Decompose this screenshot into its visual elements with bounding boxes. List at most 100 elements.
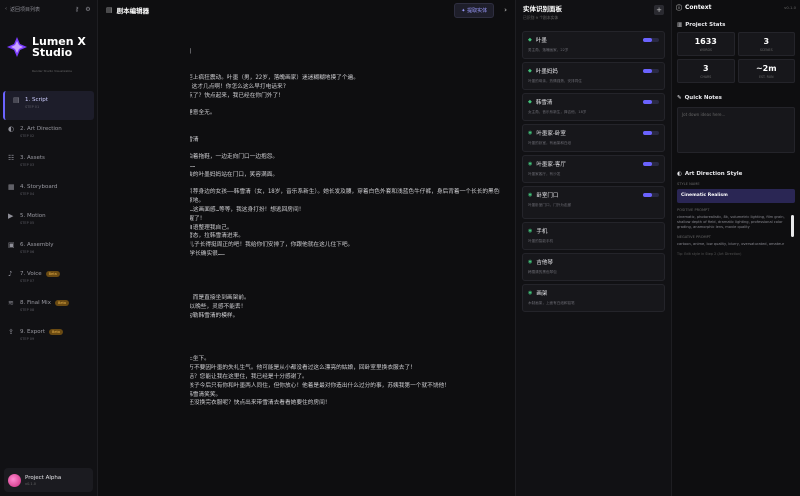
entity-description: 女主角，音乐系新生，弹吉他，18岁 — [528, 110, 587, 114]
step-label: 1. Script — [25, 97, 48, 103]
entity-name-row: ◉ 卧室门口 — [528, 191, 659, 199]
entity-name: 叶墨家-客厅 — [536, 162, 566, 168]
stat-runtime: ~2m EST. RUN — [737, 59, 795, 83]
entity-description: 叶墨卧室门口，门外为走廊 — [528, 203, 572, 207]
entity-toggle[interactable] — [643, 131, 659, 135]
person-icon: ◆ — [528, 99, 532, 105]
step-assets[interactable]: ☷ 3. Assets STEP 03 — [0, 149, 97, 178]
step-art-direction[interactable]: ◐ 2. Art Direction STEP 02 — [0, 120, 97, 149]
entity-name-row: ◉ 叶墨家-卧室 — [528, 129, 659, 137]
entity-card[interactable]: ◉ 画架 木制画架，上面有白纸和铅笔 — [522, 284, 665, 312]
add-entity-button[interactable]: + — [654, 5, 664, 15]
key-icon[interactable]: ⚷ — [73, 5, 81, 13]
stat-label: WORDS — [699, 48, 712, 52]
entity-toggle[interactable] — [643, 193, 659, 197]
entity-name-row: ◆ 韩雪清 — [528, 98, 659, 106]
entity-panel: 实体识别面板 已识别 9 个剧本实体 + ◆ 叶墨 男主角，落魄画家，22岁 ◆ 叶墨妈… — [516, 0, 672, 496]
entity-description: 叶墨的母亲，热情强势，安排同住 — [528, 79, 582, 83]
step-sub: STEP 05 — [20, 221, 35, 225]
entity-name-row: ◉ 叶墨家-客厅 — [528, 160, 659, 168]
entity-name: 卧室门口 — [536, 193, 559, 199]
project-version: v0.1.0 — [25, 481, 36, 486]
logo-title-line2: Studio — [32, 46, 73, 59]
entity-name-row: ◉ 吉他琴 — [528, 258, 659, 266]
step-label: 9. Export Beta — [20, 329, 64, 335]
entity-card[interactable]: ◉ 叶墨家-卧室 叶墨的卧室，有画架和白纸 — [522, 124, 665, 152]
editor-title: 剧本编辑器 — [116, 7, 150, 15]
back-to-projects-link[interactable]: ‹ 返回项目列表 — [5, 6, 70, 13]
storyboard-icon: ▦ — [8, 183, 15, 191]
entity-description: 叶墨家客厅，有沙发 — [528, 172, 561, 176]
script-icon: ▤ — [13, 96, 20, 104]
stat-value: 3 — [702, 64, 709, 73]
step-label: 5. Motion — [20, 213, 46, 219]
entity-toggle[interactable] — [643, 38, 659, 42]
step-label: 2. Art Direction — [20, 126, 62, 132]
stat-label: EST. RUN — [758, 75, 774, 79]
entity-toggle[interactable] — [643, 100, 659, 104]
stat-value: 1633 — [694, 37, 717, 46]
stat-label: CHARS — [700, 75, 712, 79]
stat-value: ~2m — [755, 64, 777, 73]
location-pin-icon: ◉ — [528, 161, 533, 167]
entity-card[interactable]: ◉ 叶墨家-客厅叶墨家客厅，有沙发 — [522, 155, 665, 183]
step-list: ▤ 1. Script STEP 01 ◐ 2. Art Direction STE… — [0, 91, 97, 352]
stat-value: 3 — [763, 37, 770, 46]
step-sub: STEP 08 — [20, 308, 35, 312]
step-sub: STEP 03 — [20, 163, 35, 167]
step-voice[interactable]: ♪ 7. Voice Beta STEP 07 — [0, 265, 97, 294]
avatar — [8, 473, 21, 487]
entity-panel-subtitle: 已识别 9 个剧本实体 — [523, 15, 559, 20]
step-sub: STEP 07 — [20, 279, 35, 283]
entity-card[interactable]: ◆ 韩雪清女主角，音乐系新生，弹吉他，18岁 — [522, 93, 665, 121]
entity-panel-title: 实体识别面板 — [523, 5, 562, 13]
step-motion[interactable]: ▶ 5. Motion STEP 05 — [0, 207, 97, 236]
step-assembly[interactable]: ▣ 6. Assembly STEP 06 — [0, 236, 97, 265]
step-sub: STEP 02 — [20, 134, 35, 138]
quick-notes-input[interactable]: Jot down ideas here... — [677, 107, 795, 153]
document-icon: ▤ — [106, 6, 113, 14]
stat-words: 1633 WORDS — [677, 32, 735, 56]
negative-prompt-label: NEGATIVE PROMPT — [677, 235, 712, 239]
entity-card[interactable]: ◆ 叶墨妈妈 叶墨的母亲，热情强势，安排同住 — [522, 62, 665, 90]
stat-label: SCENES — [759, 48, 773, 52]
entity-name: 吉他琴 — [536, 260, 553, 266]
positive-prompt-text: cinematic, photorealistic, 8k, volumetri… — [677, 215, 785, 229]
beta-badge: Beta — [49, 329, 64, 335]
voice-icon: ♪ — [8, 270, 13, 278]
project-name: Project Alpha — [25, 474, 62, 481]
info-icon: ⓘ — [676, 4, 683, 12]
step-storyboard[interactable]: ▦ 4. Storyboard STEP 04 — [0, 178, 97, 207]
location-pin-icon: ◉ — [528, 130, 533, 136]
prompt-scrollbar[interactable] — [791, 215, 794, 237]
step-final-mix[interactable]: ≋ 8. Final Mix Beta STEP 08 — [0, 294, 97, 323]
assembly-icon: ▣ — [8, 241, 15, 249]
gear-icon[interactable]: ⚙ — [84, 5, 92, 13]
script-editor: ▤ 剧本编辑器 ✦ 提取实体 › 第1集 1-1 叶墨家-卧室［清晨］［内］ 人… — [98, 0, 516, 496]
collapse-panel-button[interactable]: › — [504, 6, 507, 14]
project-switcher[interactable]: Project Alpha v0.1.0 — [4, 468, 93, 492]
version-label: v0.1.0 — [784, 4, 796, 10]
step-export[interactable]: ⇪ 9. Export Beta STEP 09 — [0, 323, 97, 352]
step-label-text: 9. Export — [20, 329, 45, 335]
style-name-label: STYLE NAME — [677, 182, 700, 186]
entity-toggle[interactable] — [643, 162, 659, 166]
step-sub: STEP 04 — [20, 192, 35, 196]
entity-card[interactable]: ◉ 手机 叶墨的智能手机 — [522, 222, 665, 250]
entity-list: ◆ 叶墨 男主角，落魄画家，22岁 ◆ 叶墨妈妈叶墨的母亲，热情强势，安排同住 ◆ 韩雪清女… — [516, 26, 671, 312]
entity-name-row: ◆ 叶墨 — [528, 36, 659, 44]
beta-badge: Beta — [54, 300, 70, 306]
entity-card[interactable]: ◆ 叶墨 男主角，落魄画家，22岁 — [522, 31, 665, 59]
extract-label: 提取实体 — [467, 7, 488, 14]
entity-toggle[interactable] — [643, 69, 659, 73]
art-title: Art Direction Style — [684, 171, 743, 177]
context-panel: ⓘ Context v0.1.0 ▥ Project Stats 1633 WORD… — [672, 0, 800, 496]
entity-card[interactable]: ◉ 吉他琴 韩雪清的黑色琴包 — [522, 253, 665, 281]
step-script[interactable]: ▤ 1. Script STEP 01 — [3, 91, 94, 120]
script-textarea[interactable]: 第1集 1-1 叶墨家-卧室［清晨］［内］ 人物: 叶墨 △ 昏暗的卧室里，手机… — [190, 30, 500, 488]
extract-entities-button[interactable]: ✦ 提取实体 — [454, 2, 495, 18]
entity-card[interactable]: ◉ 卧室门口叶墨卧室门口，门外为走廊 — [522, 186, 665, 219]
location-pin-icon: ◉ — [528, 192, 533, 198]
art-direction-hint: Tip: Edit style in Step 2 (Art Direction… — [677, 252, 742, 256]
entity-name: 叶墨妈妈 — [535, 69, 558, 75]
